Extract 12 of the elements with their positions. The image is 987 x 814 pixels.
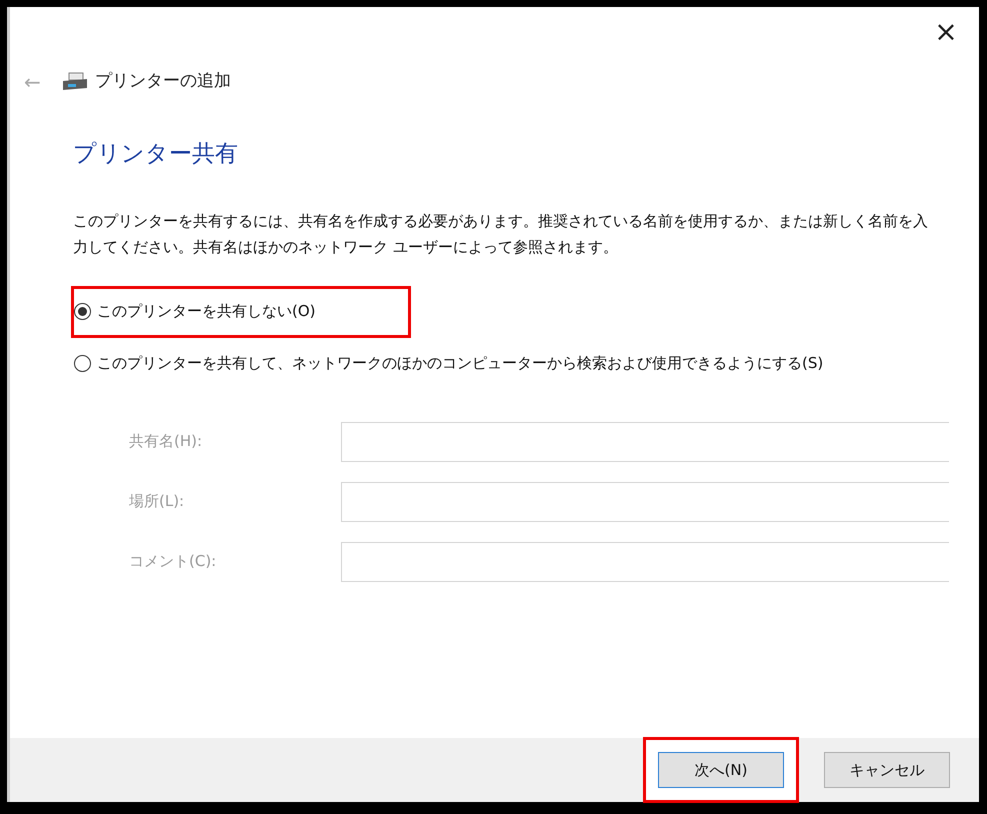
window-title: プリンターの追加 (94, 70, 231, 94)
dialog-button[interactable]: 次へ(N) (658, 752, 784, 788)
dialog-button[interactable]: キャンセル (824, 752, 950, 788)
printer-icon (60, 71, 89, 93)
field-label: 場所(L): (129, 491, 186, 512)
radio-option[interactable]: このプリンターを共有して、ネットワークのほかのコンピューターから検索および使用できるようにする(S) (71, 338, 842, 390)
radio-option[interactable]: このプリンターを共有しない(O) (71, 286, 411, 338)
close-button[interactable]: × (931, 17, 961, 47)
description-text: このプリンターを共有するには、共有名を作成する必要があります。推奨されている名前を使用するか、または新しく名前を入力してください。共有名はほかのネットワーク ユーザーによって参照されます。 (73, 210, 929, 258)
field-label: 共有名(H): (129, 431, 204, 452)
field-label: コメント(C): (129, 551, 218, 572)
page-heading: プリンター共有 (73, 140, 239, 169)
